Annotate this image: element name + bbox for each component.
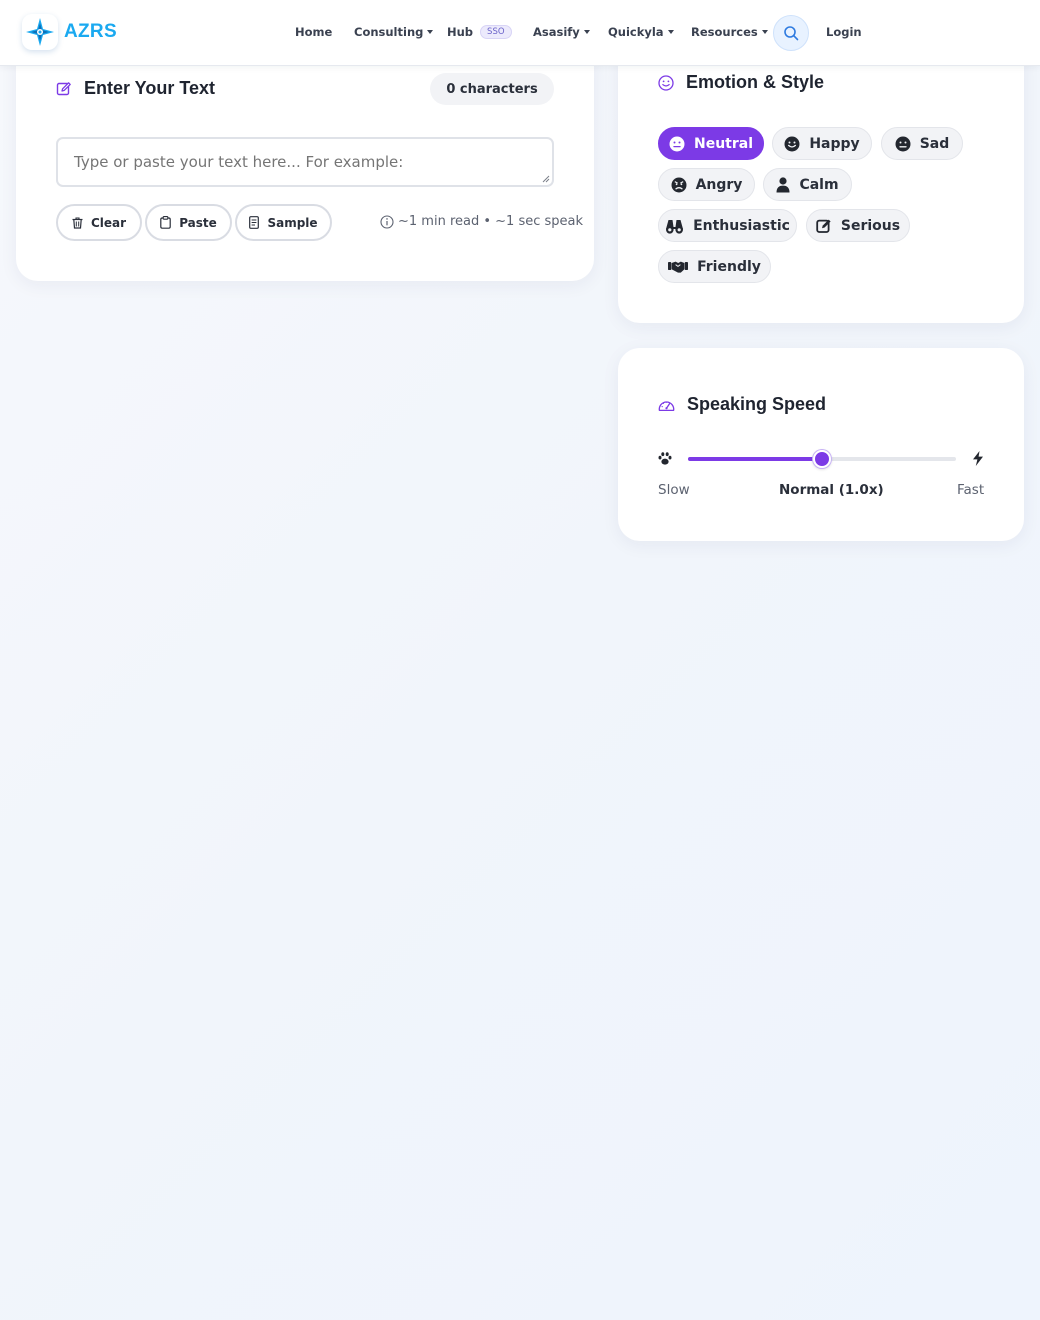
emotion-enthusiastic[interactable]: Enthusiastic — [658, 209, 797, 242]
nav-hub[interactable]: Hub SSO — [447, 25, 512, 39]
trash-icon — [72, 216, 83, 229]
edit-icon — [56, 81, 71, 95]
brand[interactable]: AZRS — [22, 14, 117, 50]
text-card-title: Enter Your Text — [84, 78, 216, 98]
emotion-sad-label: Sad — [919, 135, 950, 152]
speed-current-label: Normal (1.0x) — [779, 482, 884, 498]
emotion-happy[interactable]: Happy — [772, 127, 872, 160]
nav-resources[interactable]: Resources — [691, 25, 768, 39]
emotion-calm[interactable]: Calm — [763, 168, 852, 201]
handshake-icon — [668, 261, 689, 273]
nav-home[interactable]: Home — [295, 25, 332, 39]
emotion-serious-label: Serious — [840, 217, 901, 234]
chevron-down-icon — [667, 30, 674, 34]
emotion-happy-label: Happy — [809, 135, 860, 152]
document-icon — [249, 216, 260, 229]
nav-resources-label: Resources — [691, 25, 758, 39]
speed-max-label: Fast — [957, 482, 985, 498]
info-icon — [380, 214, 394, 229]
neutral-face-icon — [669, 136, 685, 151]
brand-name: AZRS — [64, 21, 117, 42]
emotion-neutral-label: Neutral — [693, 135, 754, 152]
nav-home-label: Home — [295, 25, 333, 39]
read-time-info: ~1 min read • ~1 sec speak — [380, 214, 583, 229]
emotion-enthusiastic-label: Enthusiastic — [693, 217, 790, 234]
sad-face-icon — [895, 136, 911, 151]
sample-button-label: Sample — [267, 215, 318, 230]
speed-min-label: Slow — [658, 482, 690, 498]
emotion-card-header: Emotion & Style — [658, 72, 824, 93]
nav-login-label: Login — [826, 25, 862, 39]
speed-slider-fill — [688, 457, 822, 461]
emotion-neutral[interactable]: Neutral — [658, 127, 764, 160]
paw-slow-icon — [658, 452, 672, 465]
gauge-icon — [658, 400, 675, 411]
nav-quickyla-label: Quickyla — [608, 25, 664, 39]
clear-button-label: Clear — [90, 215, 127, 230]
read-time-text: ~1 min read • ~1 sec speak — [398, 214, 584, 229]
sso-badge: SSO — [480, 25, 512, 39]
emotion-style-card: Emotion & Style Neutral Happy Sad Angry … — [618, 40, 1024, 323]
speed-slider-track[interactable] — [688, 450, 956, 468]
person-icon — [776, 176, 790, 192]
search-button[interactable] — [773, 15, 809, 51]
emotion-friendly[interactable]: Friendly — [658, 250, 771, 283]
compass-logo-icon — [22, 14, 58, 50]
clear-button[interactable]: Clear — [56, 204, 142, 241]
chevron-down-icon — [583, 30, 590, 34]
text-card-header: Enter Your Text — [56, 78, 215, 99]
character-count-badge: 0 characters — [430, 73, 554, 105]
nav-login[interactable]: Login — [826, 25, 862, 39]
smile-outline-icon — [658, 74, 674, 91]
nav-consulting-label: Consulting — [354, 25, 424, 39]
paste-button[interactable]: Paste — [145, 204, 232, 241]
speed-slider-thumb[interactable] — [813, 450, 831, 468]
speaking-speed-card: Speaking Speed Slow Normal (1.0x) Fast — [618, 348, 1024, 541]
chevron-down-icon — [427, 30, 434, 34]
emotion-sad[interactable]: Sad — [881, 127, 963, 160]
angry-face-icon — [671, 177, 687, 192]
lightning-fast-icon — [973, 451, 983, 466]
clipboard-icon — [160, 216, 172, 229]
edit-icon — [816, 219, 831, 233]
paste-button-label: Paste — [179, 215, 217, 230]
smile-face-icon — [784, 136, 800, 151]
emotion-serious[interactable]: Serious — [806, 209, 910, 242]
binoculars-icon — [666, 219, 684, 234]
emotion-friendly-label: Friendly — [697, 258, 761, 275]
emotion-angry[interactable]: Angry — [658, 168, 755, 201]
chevron-down-icon — [761, 30, 768, 34]
resize-grip-icon[interactable] — [542, 175, 550, 183]
sample-button[interactable]: Sample — [235, 204, 332, 241]
speed-card-title: Speaking Speed — [687, 394, 827, 414]
text-input-field[interactable] — [56, 137, 554, 187]
text-input-card: Enter Your Text 0 characters Clear Paste — [16, 40, 594, 281]
nav-asasify-label: Asasify — [533, 25, 580, 39]
emotion-calm-label: Calm — [799, 176, 839, 193]
nav-consulting[interactable]: Consulting — [354, 25, 434, 39]
nav-asasify[interactable]: Asasify — [533, 25, 590, 39]
nav-hub-label: Hub — [447, 25, 474, 39]
speed-card-header: Speaking Speed — [658, 394, 826, 415]
nav-quickyla[interactable]: Quickyla — [608, 25, 674, 39]
emotion-angry-label: Angry — [695, 176, 743, 193]
top-navbar: AZRS Home Consulting Hub SSO Asasify Qui… — [0, 0, 1040, 66]
emotion-card-title: Emotion & Style — [686, 72, 825, 92]
search-icon — [784, 26, 799, 41]
